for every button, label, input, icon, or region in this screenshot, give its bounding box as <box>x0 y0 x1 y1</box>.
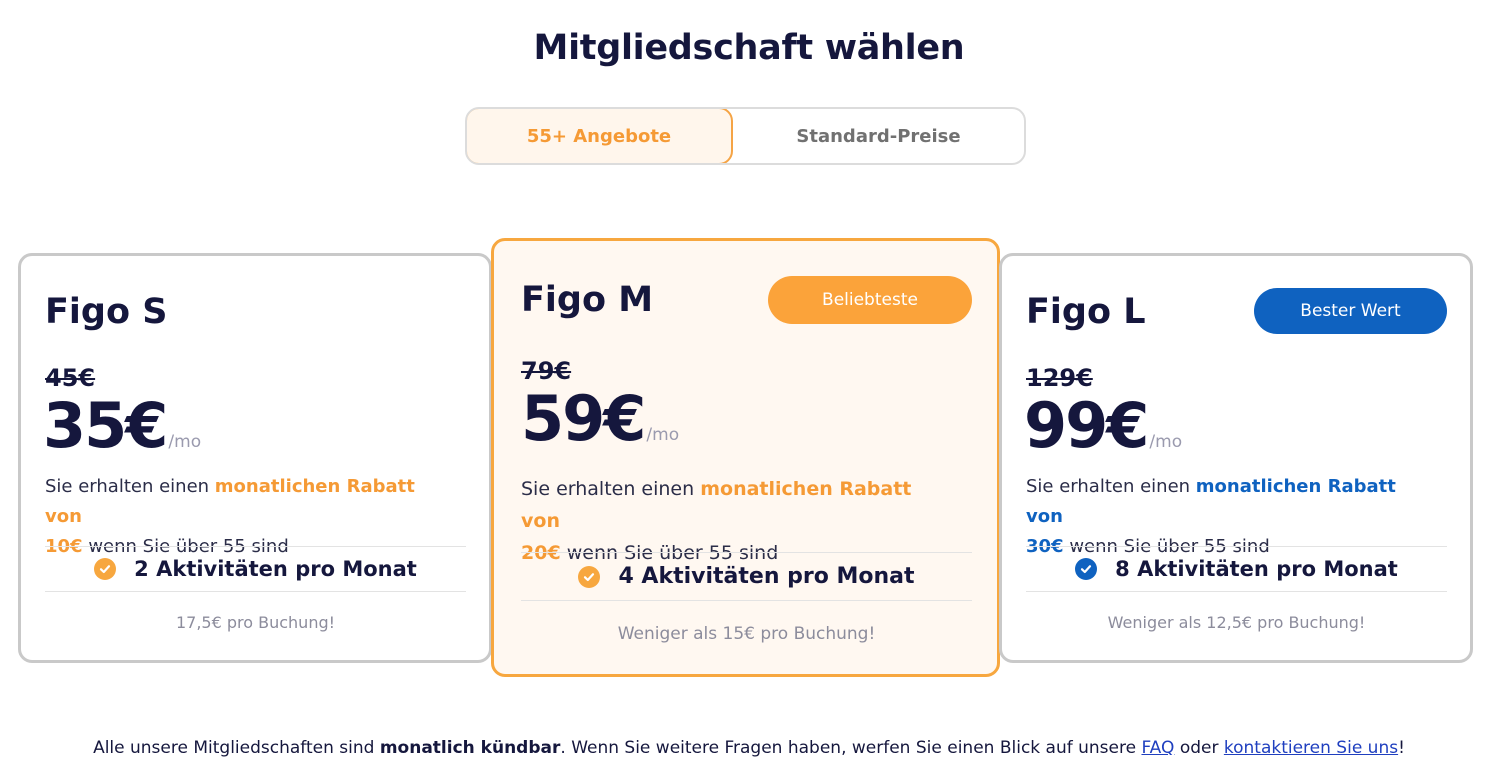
plan-card-figo-l[interactable]: Figo L Bester Wert 129€ 99€ /mo Sie erha… <box>999 253 1473 663</box>
popular-badge: Beliebteste <box>768 276 972 324</box>
plan-name: Figo L <box>1026 292 1146 332</box>
old-price: 79€ <box>521 357 572 385</box>
check-circle-icon <box>1075 558 1098 580</box>
footer-text-3: oder <box>1179 738 1219 758</box>
price: 99€ <box>1024 389 1149 462</box>
plan-name: Figo S <box>45 292 168 332</box>
activity-row: 4 Aktivitäten pro Monat <box>521 552 972 601</box>
footer-text-1: Alle unsere Mitgliedschaften sind <box>93 738 375 758</box>
pricing-toggle: 55+ Angebote Standard-Preise <box>465 107 1026 165</box>
price: 35€ <box>43 389 168 462</box>
activity-label: 4 Aktivitäten pro Monat <box>618 564 915 589</box>
price-period: /mo <box>646 425 680 445</box>
price: 59€ <box>521 382 646 455</box>
activity-row: 2 Aktivitäten pro Monat <box>45 546 466 592</box>
activity-label: 2 Aktivitäten pro Monat <box>134 557 417 581</box>
price-per-booking-note: Weniger als 15€ pro Buchung! <box>617 624 876 644</box>
best-value-badge: Bester Wert <box>1254 288 1447 334</box>
plan-card-figo-m[interactable]: Figo M Beliebteste 79€ 59€ /mo Sie erhal… <box>491 238 1000 677</box>
check-circle-icon <box>578 565 601 588</box>
activity-label: 8 Aktivitäten pro Monat <box>1115 557 1398 581</box>
check-circle-icon <box>94 558 117 580</box>
toggle-55plus-offers[interactable]: 55+ Angebote <box>467 109 733 163</box>
contact-link[interactable]: kontaktieren Sie uns <box>1224 738 1398 758</box>
pricing-page: Mitgliedschaft wählen 55+ Angebote Stand… <box>0 0 1498 772</box>
price-per-booking-note: Weniger als 12,5€ pro Buchung! <box>1107 613 1366 632</box>
toggle-standard-prices[interactable]: Standard-Preise <box>733 109 1024 163</box>
footer-bold-text: monatlich kündbar <box>379 738 561 758</box>
price-row: 35€ /mo <box>43 389 201 462</box>
price-period: /mo <box>1149 432 1183 452</box>
plan-card-figo-s[interactable]: Figo S 45€ 35€ /mo Sie erhalten einen mo… <box>18 253 492 663</box>
price-row: 59€ /mo <box>521 382 679 455</box>
desc-prefix: Sie erhalten einen <box>45 476 210 497</box>
activity-row: 8 Aktivitäten pro Monat <box>1026 546 1447 592</box>
footer-note: Alle unsere Mitgliedschaften sind monatl… <box>0 738 1498 758</box>
price-per-booking-note: 17,5€ pro Buchung! <box>175 613 336 632</box>
old-price: 45€ <box>45 364 96 392</box>
old-price: 129€ <box>1026 364 1093 392</box>
faq-link[interactable]: FAQ <box>1141 738 1174 758</box>
price-period: /mo <box>168 432 202 452</box>
price-row: 99€ /mo <box>1024 389 1182 462</box>
footer-text-4: ! <box>1398 738 1405 758</box>
plan-name: Figo M <box>521 280 654 320</box>
footer-text-2: . Wenn Sie weitere Fragen haben, werfen … <box>560 738 1137 758</box>
desc-prefix: Sie erhalten einen <box>1026 476 1191 497</box>
page-title: Mitgliedschaft wählen <box>533 28 965 68</box>
desc-prefix: Sie erhalten einen <box>521 478 695 500</box>
